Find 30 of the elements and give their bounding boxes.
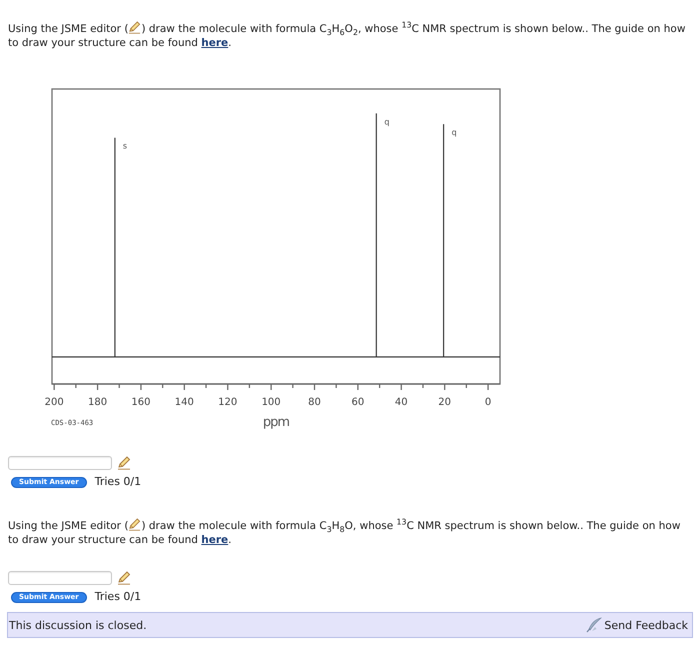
discussion-status: This discussion is closed. (9, 618, 147, 632)
send-feedback-link[interactable]: Send Feedback (586, 617, 688, 633)
answer-field[interactable] (8, 571, 112, 585)
tick-label: 180 (88, 397, 108, 408)
pencil-icon (128, 21, 142, 34)
tick-label: 80 (308, 397, 321, 408)
guide-link[interactable]: here (201, 534, 228, 546)
guide-link[interactable]: here (201, 37, 228, 49)
question-text: Using the JSME editor ( ) draw the molecule with formula C$_{3}$H$_{8}$O, whose $^{13}$C NMR spectrum is shown below.. The guide on how to draw your structure can be found here. (8, 518, 682, 547)
answer-field[interactable] (8, 456, 112, 470)
tick-label: 100 (262, 397, 281, 408)
tick-label: 120 (218, 397, 238, 408)
peak-label: s (122, 142, 128, 151)
tick-label: 140 (174, 397, 194, 408)
axis-title: ppm (262, 415, 290, 430)
tries-count: Tries 0/1 (94, 475, 142, 489)
tick-label: 0 (484, 397, 492, 408)
tick-label: 60 (352, 397, 364, 408)
quill-icon (586, 617, 602, 633)
pencil-icon[interactable] (117, 456, 131, 470)
tries-count: Tries 0/1 (94, 590, 142, 604)
tick-label: 20 (438, 397, 452, 408)
peak-label: q (452, 128, 457, 138)
question-text: Using the JSME editor ( ) draw the molecule with formula C$_{3}$H$_{6}$O$_{2}$, whose $^{13}$C NMR spectrum is shown below.. The guide on how to draw your structure can be found here. (8, 21, 686, 50)
pencil-icon (128, 518, 142, 531)
pencil-icon[interactable] (117, 571, 131, 585)
peak-label: q (384, 117, 390, 126)
tick-label: 200 (44, 397, 64, 408)
tick-label: 40 (394, 397, 408, 408)
tick-label: 160 (131, 397, 150, 408)
